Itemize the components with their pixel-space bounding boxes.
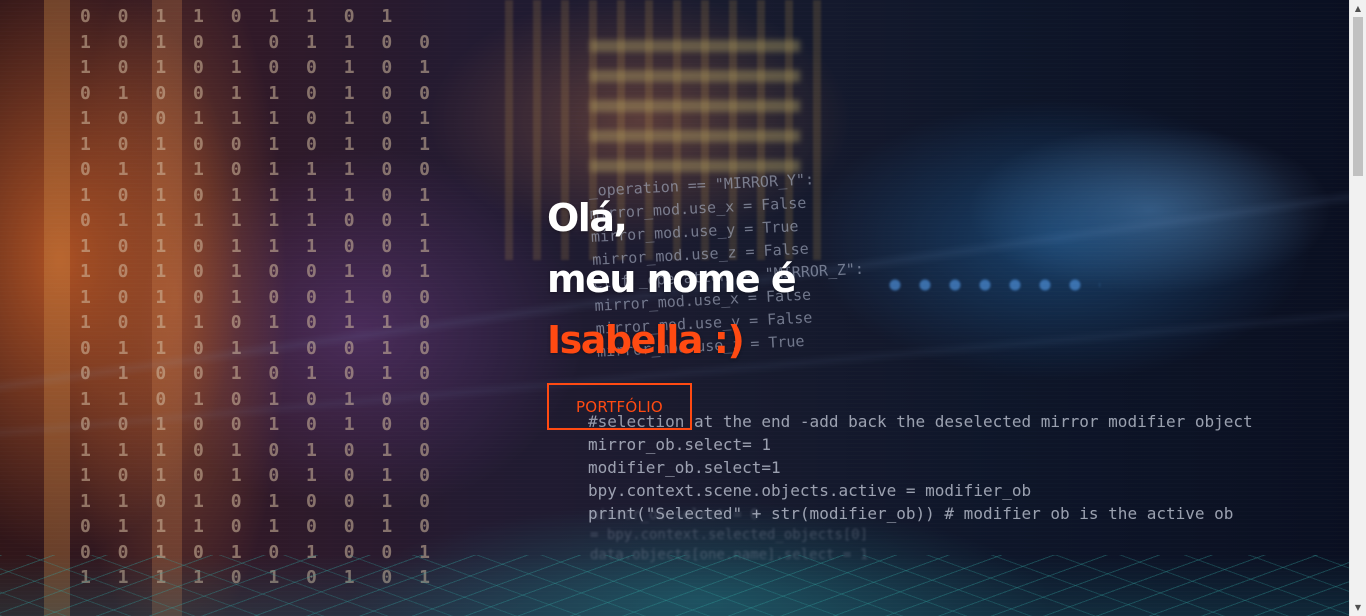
scrollbar-thumb[interactable]	[1353, 17, 1363, 176]
scroll-up-arrow-icon[interactable]: ▲	[1350, 0, 1366, 17]
hero-greeting: Olá,	[547, 196, 628, 240]
scroll-down-arrow-icon[interactable]: ▼	[1350, 599, 1366, 616]
hero-section: 0 0 1 1 0 1 1 0 11 0 1 0 1 0 1 1 0 01 0 …	[0, 0, 1349, 616]
portfolio-button[interactable]: PORTFÓLIO	[547, 383, 692, 430]
page-scrollbar[interactable]: ▲ ▼	[1349, 0, 1366, 616]
hero-intro: meu nome é	[547, 257, 797, 301]
hero-heading: Olá, meu nome é Isabella :)	[547, 188, 797, 371]
hero-name: Isabella :)	[547, 318, 745, 362]
